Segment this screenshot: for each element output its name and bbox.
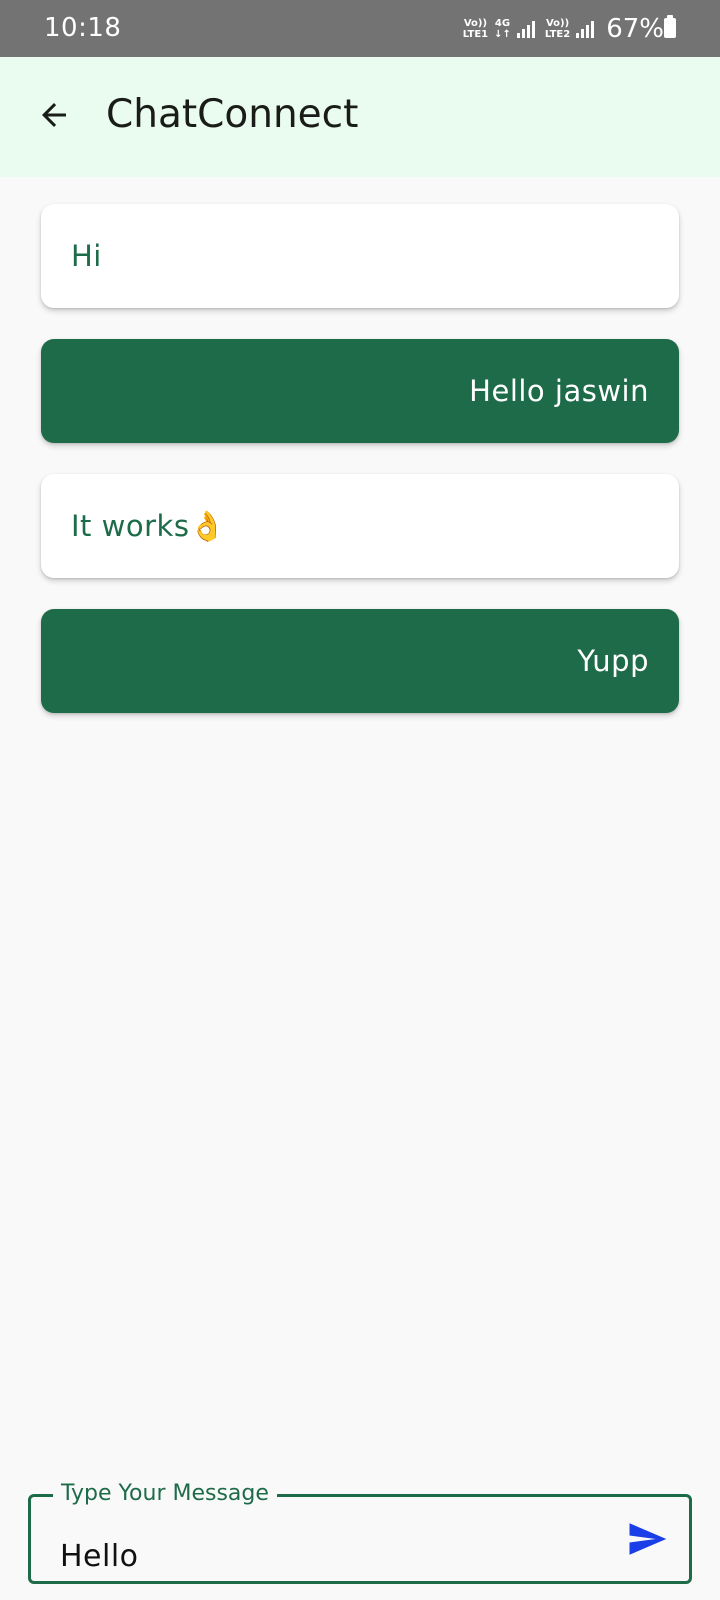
arrow-back-icon: [42, 103, 66, 127]
message-bubble-sent: Hello jaswin: [41, 339, 679, 443]
send-button[interactable]: [623, 1515, 671, 1563]
message-input-label: Type Your Message: [53, 1480, 277, 1508]
sim2-volte-top: Vo)): [545, 18, 570, 29]
message-text: Yupp: [577, 644, 649, 678]
back-button[interactable]: [26, 87, 82, 143]
message-text: Hi: [71, 239, 102, 273]
status-indicators: Vo)) LTE1 4G ↓↑ Vo)) LTE2 67%: [463, 12, 664, 46]
sim2-volte-indicator: Vo)) LTE2: [545, 18, 570, 40]
signal-strength-icon: [516, 20, 535, 38]
message-text: It works👌: [71, 508, 227, 543]
status-time: 10:18: [44, 13, 122, 43]
message-bubble-received: It works👌: [41, 474, 679, 578]
signal-strength-icon: [576, 20, 595, 38]
message-text: Hello jaswin: [469, 374, 649, 408]
send-icon: [629, 1523, 667, 1555]
battery-icon: [664, 15, 676, 38]
message-list: Hi Hello jaswin It works👌 Yupp: [41, 204, 679, 744]
sim2-volte-bottom: LTE2: [544, 29, 571, 40]
network-type-bottom: ↓↑: [494, 29, 511, 40]
sim1-volte-top: Vo)): [463, 18, 488, 29]
message-bubble-received: Hi: [41, 204, 679, 308]
status-bar: 10:18 Vo)) LTE1 4G ↓↑ Vo)) LTE2 67%: [0, 0, 720, 57]
sim1-volte-indicator: Vo)) LTE1: [463, 18, 488, 40]
message-bubble-sent: Yupp: [41, 609, 679, 713]
page-title: ChatConnect: [106, 92, 359, 137]
network-type-indicator: 4G ↓↑: [494, 18, 511, 40]
battery-percentage: 67%: [606, 14, 664, 44]
message-input-field[interactable]: Type Your Message Hello: [28, 1480, 692, 1584]
app-bar: ChatConnect: [0, 57, 720, 177]
network-type-top: 4G: [494, 18, 511, 29]
sim1-volte-bottom: LTE1: [462, 29, 489, 40]
message-input[interactable]: Hello: [60, 1537, 600, 1577]
